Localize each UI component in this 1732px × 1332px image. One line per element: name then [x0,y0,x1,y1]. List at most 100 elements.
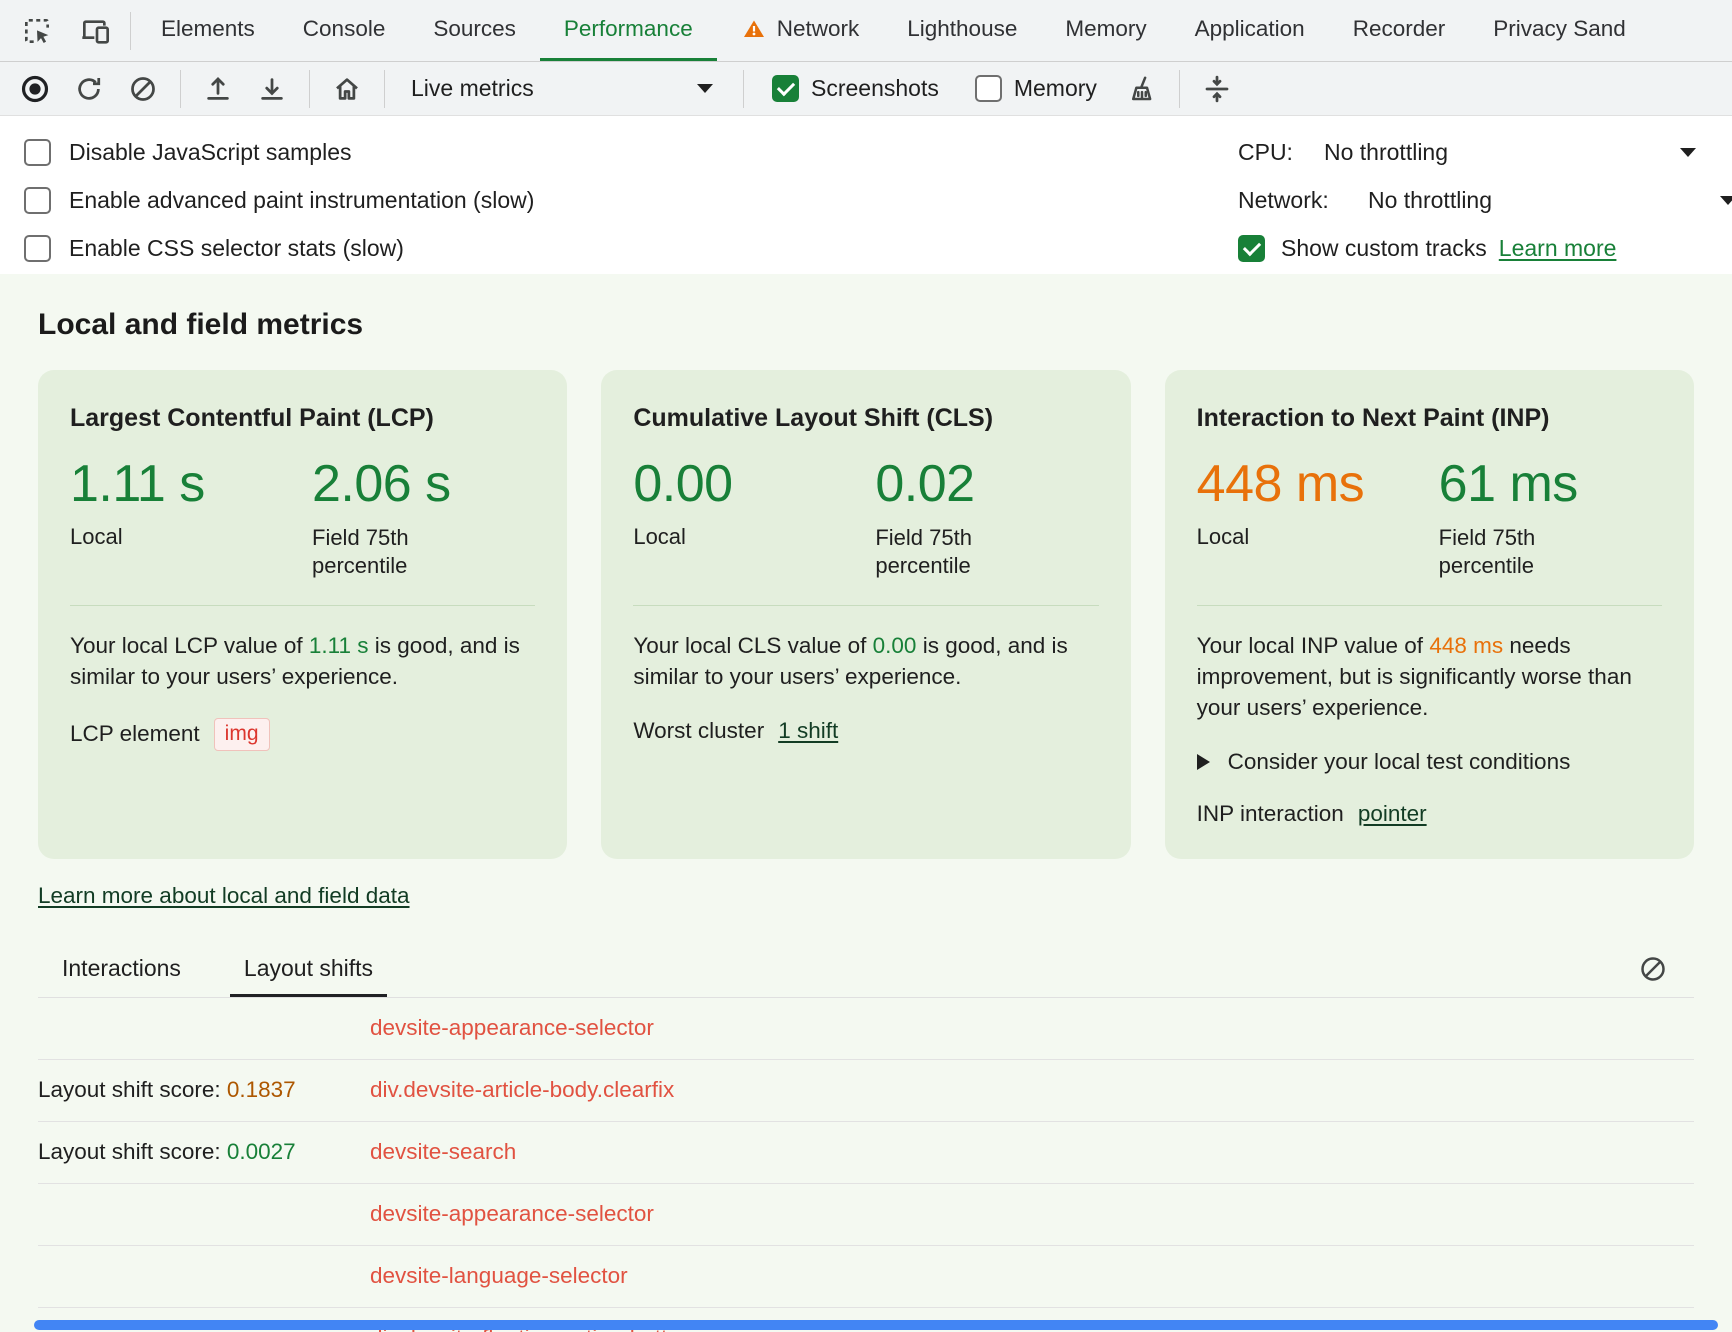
element-link[interactable]: div.devsite-article-body.clearfix [370,1077,674,1103]
disclosure-triangle-icon [1197,754,1210,770]
devtools-tab-bar: Elements Console Sources Performance Net… [0,0,1732,62]
memory-checkbox[interactable]: Memory [975,75,1097,102]
element-link[interactable]: devsite-search [370,1139,516,1165]
learn-more-local-field-link[interactable]: Learn more about local and field data [38,883,410,909]
checkbox-checked[interactable] [772,75,799,102]
screenshots-checkbox[interactable]: Screenshots [772,75,939,102]
divider [1179,70,1180,108]
tab-bar-left-icons [0,0,124,61]
tab-lighthouse[interactable]: Lighthouse [883,0,1041,61]
cls-card-title: Cumulative Layout Shift (CLS) [633,404,1098,433]
inp-field-value: 61 ms [1439,457,1578,512]
field-label: Field 75th percentile [312,524,444,581]
save-profile-icon[interactable] [249,68,295,110]
horizontal-scrollbar[interactable] [34,1320,1718,1330]
lcp-field-value: 2.06 s [312,457,451,512]
tab-performance[interactable]: Performance [540,0,717,61]
element-link[interactable]: devsite-appearance-selector [370,1201,654,1227]
chevron-down-icon [1680,148,1696,157]
tab-sources[interactable]: Sources [409,0,540,61]
local-label: Local [70,524,312,550]
card-divider [70,605,535,606]
panel-tabs: Elements Console Sources Performance Net… [137,0,1732,61]
learn-more-link[interactable]: Learn more [1499,235,1617,262]
divider [384,70,385,108]
field-label: Field 75th percentile [875,524,1007,581]
collapse-shortcuts-icon[interactable] [1194,68,1240,110]
cls-description: Your local CLS value of 0.00 is good, an… [633,630,1098,692]
checkbox-unchecked[interactable] [24,139,51,166]
divider [309,70,310,108]
checkbox-unchecked[interactable] [24,235,51,262]
performance-settings: Disable JavaScript samples Enable advanc… [0,116,1732,274]
disable-js-samples-checkbox[interactable]: Disable JavaScript samples [24,128,534,176]
reload-and-record-icon[interactable] [66,68,112,110]
network-throttling-select[interactable]: Network: No throttling [1238,176,1732,224]
device-toolbar-icon[interactable] [74,11,116,51]
checkbox-unchecked[interactable] [24,187,51,214]
cpu-throttling-select[interactable]: CPU: No throttling [1238,128,1732,176]
inp-description: Your local INP value of 448 ms needs imp… [1197,630,1662,723]
layout-shift-row[interactable]: Layout shift score: 0.0027 devsite-searc… [38,1122,1694,1184]
card-divider [633,605,1098,606]
worst-cluster-label: Worst cluster [633,718,764,744]
live-metrics-dropdown[interactable]: Live metrics [399,68,729,110]
tab-interactions[interactable]: Interactions [48,955,195,997]
layout-shift-row[interactable]: devsite-appearance-selector [38,1184,1694,1246]
advanced-paint-checkbox[interactable]: Enable advanced paint instrumentation (s… [24,176,534,224]
local-test-conditions-disclosure[interactable]: Consider your local test conditions [1197,749,1662,775]
layout-shift-row[interactable]: Layout shift score: 0.1837 div.devsite-a… [38,1060,1694,1122]
tab-layout-shifts[interactable]: Layout shifts [230,955,387,997]
lcp-element-label: LCP element [70,721,200,747]
tab-memory[interactable]: Memory [1041,0,1170,61]
local-label: Local [633,524,875,550]
inp-card: Interaction to Next Paint (INP) 448 ms L… [1165,370,1694,859]
field-label: Field 75th percentile [1439,524,1571,581]
show-custom-tracks-row: Show custom tracks Learn more [1238,224,1732,272]
lcp-description: Your local LCP value of 1.11 s is good, … [70,630,535,692]
chevron-down-icon [697,84,713,93]
load-profile-icon[interactable] [195,68,241,110]
clear-recording-icon[interactable] [120,68,166,110]
record-icon[interactable] [12,68,58,110]
lcp-local-value: 1.11 s [70,457,312,512]
card-divider [1197,605,1662,606]
layout-shift-row[interactable]: devsite-language-selector [38,1246,1694,1308]
element-link[interactable]: devsite-appearance-selector [370,1015,654,1041]
chevron-down-icon [1720,196,1732,205]
divider [180,70,181,108]
metric-cards: Largest Contentful Paint (LCP) 1.11 s Lo… [38,370,1694,859]
layout-shift-rows: devsite-appearance-selector Layout shift… [38,998,1694,1332]
divider [743,70,744,108]
lcp-card: Largest Contentful Paint (LCP) 1.11 s Lo… [38,370,567,859]
inp-interaction-label: INP interaction [1197,801,1344,827]
show-custom-tracks-checkbox[interactable] [1238,235,1265,262]
inp-local-value: 448 ms [1197,457,1439,512]
tab-elements[interactable]: Elements [137,0,279,61]
inspect-element-icon[interactable] [16,11,58,51]
cls-card: Cumulative Layout Shift (CLS) 0.00 Local… [601,370,1130,859]
home-icon[interactable] [324,68,370,110]
warning-icon [741,17,767,41]
cls-local-value: 0.00 [633,457,875,512]
tab-application[interactable]: Application [1171,0,1329,61]
clear-log-icon[interactable] [1632,949,1674,989]
inp-interaction-link[interactable]: pointer [1358,801,1427,827]
performance-toolbar: Live metrics Screenshots Memory [0,62,1732,116]
settings-left-column: Disable JavaScript samples Enable advanc… [24,128,534,272]
tab-console[interactable]: Console [279,0,410,61]
element-link[interactable]: devsite-language-selector [370,1263,628,1289]
checkbox-unchecked[interactable] [975,75,1002,102]
log-tabs: Interactions Layout shifts [38,955,1694,998]
brush-icon[interactable] [1119,68,1165,110]
css-selector-stats-checkbox[interactable]: Enable CSS selector stats (slow) [24,224,534,272]
tab-privacy-sandbox[interactable]: Privacy Sand [1469,0,1650,61]
worst-cluster-link[interactable]: 1 shift [778,718,838,744]
tab-network[interactable]: Network [717,0,884,61]
inp-card-title: Interaction to Next Paint (INP) [1197,404,1662,433]
lcp-element-chip[interactable]: img [214,718,270,751]
layout-shift-row[interactable]: devsite-appearance-selector [38,998,1694,1060]
tab-recorder[interactable]: Recorder [1329,0,1470,61]
lcp-card-title: Largest Contentful Paint (LCP) [70,404,535,433]
local-label: Local [1197,524,1439,550]
